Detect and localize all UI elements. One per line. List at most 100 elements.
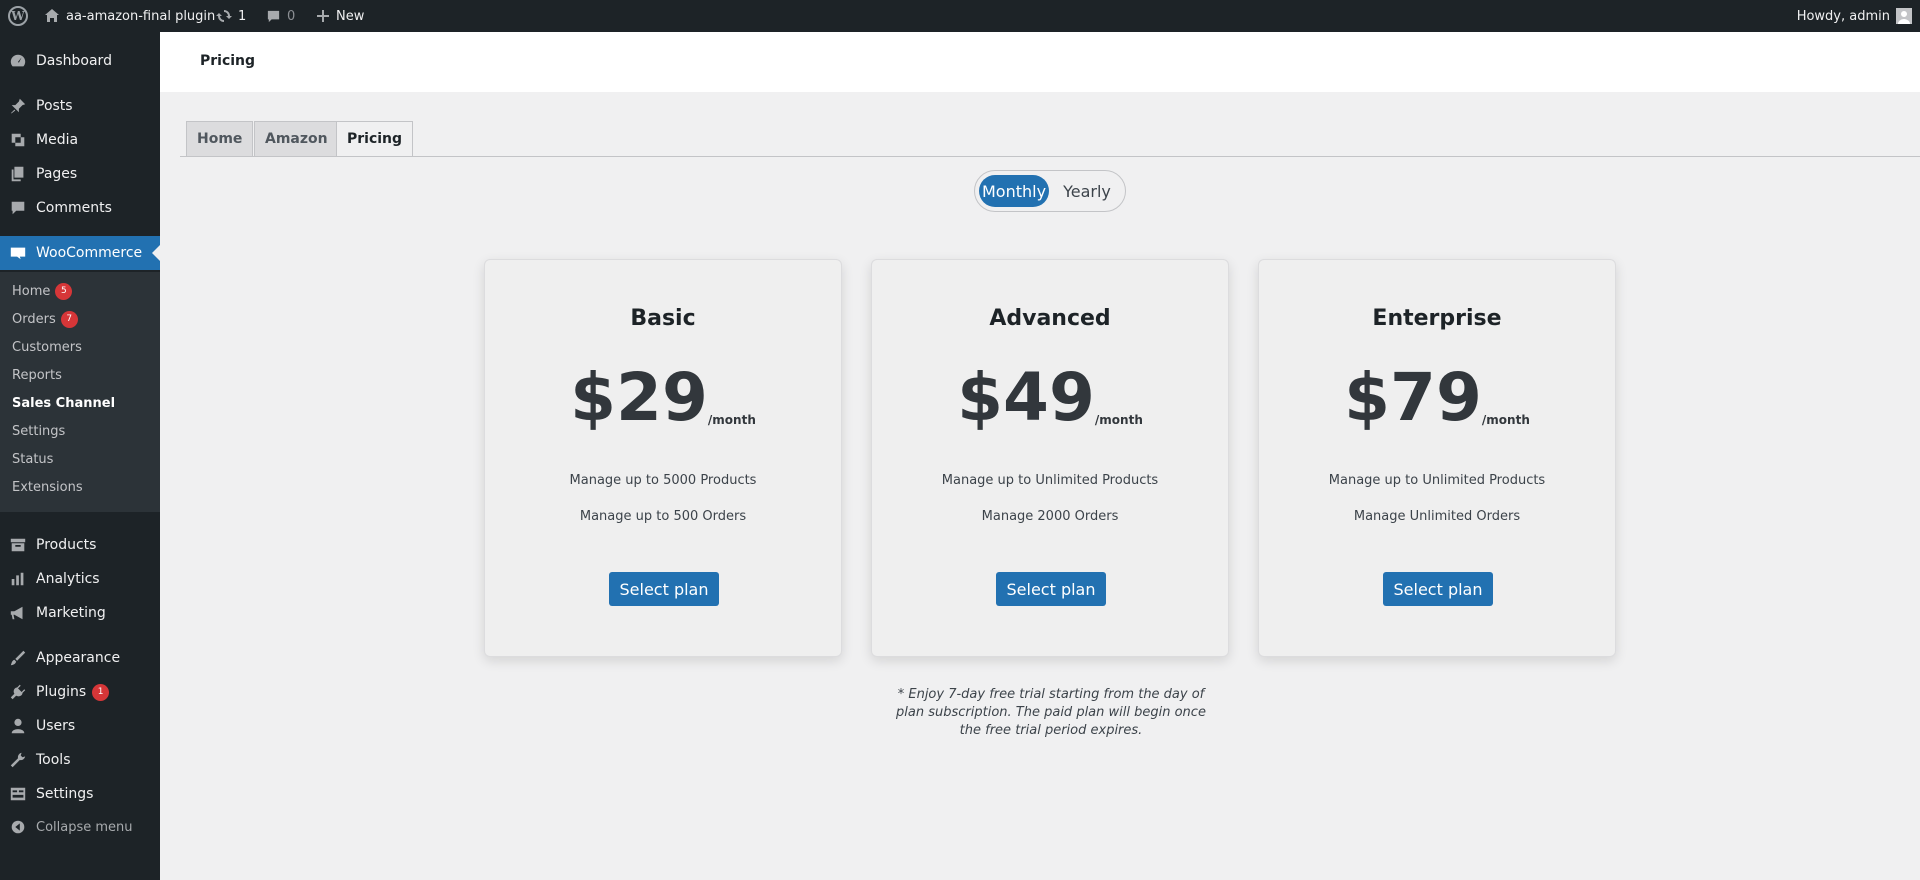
plan-feature: Manage up to Unlimited Products bbox=[1328, 473, 1546, 488]
comments-count: 0 bbox=[287, 8, 296, 24]
plan-name: Basic bbox=[630, 306, 696, 331]
plan-name: Advanced bbox=[989, 306, 1111, 331]
menu-marketing[interactable]: Marketing bbox=[0, 596, 160, 630]
site-name-label: aa-amazon-final plugin bbox=[66, 8, 216, 24]
comment-icon bbox=[0, 199, 36, 217]
tab-divider bbox=[180, 156, 1920, 157]
submenu-settings[interactable]: Settings bbox=[12, 420, 65, 442]
submenu-label: Home bbox=[12, 283, 51, 299]
menu-label: Collapse menu bbox=[36, 819, 133, 835]
plan-price: $29 bbox=[570, 359, 708, 436]
plan-feature: Manage Unlimited Orders bbox=[1353, 509, 1521, 524]
dashboard-icon bbox=[0, 52, 36, 70]
select-plan-button[interactable]: Select plan bbox=[996, 572, 1106, 606]
menu-pages[interactable]: Pages bbox=[0, 157, 160, 191]
admin-sidebar: Dashboard Posts Media Pages Comments Woo… bbox=[0, 32, 160, 880]
megaphone-icon bbox=[0, 604, 36, 622]
menu-posts[interactable]: Posts bbox=[0, 89, 160, 123]
free-trial-note: * Enjoy 7-day free trial starting from t… bbox=[896, 687, 1206, 738]
submenu-reports[interactable]: Reports bbox=[12, 364, 62, 386]
count-badge: 1 bbox=[92, 683, 110, 701]
updates-count: 1 bbox=[238, 8, 247, 24]
plan-price: $79 bbox=[1344, 359, 1482, 436]
pages-icon bbox=[0, 165, 36, 183]
menu-label: Dashboard bbox=[36, 53, 112, 69]
howdy-label: Howdy, admin bbox=[1796, 8, 1890, 24]
submenu-label: Status bbox=[12, 451, 54, 467]
comment-icon bbox=[267, 10, 280, 22]
menu-label: Users bbox=[36, 718, 76, 734]
wrench-icon bbox=[0, 751, 36, 769]
menu-users[interactable]: Users bbox=[0, 709, 160, 743]
menu-label: Plugins bbox=[36, 684, 87, 700]
settings-icon bbox=[0, 785, 36, 803]
new-content-link[interactable]: New bbox=[316, 0, 364, 32]
page-title: Pricing bbox=[200, 53, 256, 69]
collapse-menu-button[interactable]: Collapse menu bbox=[0, 810, 160, 844]
submenu-label: Reports bbox=[12, 367, 62, 383]
menu-label: WooCommerce bbox=[36, 245, 143, 261]
toggle-yearly[interactable]: Yearly bbox=[1053, 175, 1121, 207]
plan-card-basic: Basic $29 /month Manage up to 5000 Produ… bbox=[484, 259, 842, 657]
menu-settings[interactable]: Settings bbox=[0, 777, 160, 811]
menu-label: Tools bbox=[36, 752, 71, 768]
refresh-icon bbox=[216, 10, 232, 22]
menu-appearance[interactable]: Appearance bbox=[0, 641, 160, 675]
collapse-icon bbox=[0, 818, 36, 836]
tab-home[interactable]: Home bbox=[186, 121, 254, 157]
submenu-sales-channel[interactable]: Sales Channel bbox=[12, 392, 115, 414]
price-row: $49 /month bbox=[872, 365, 1228, 431]
menu-label: Pages bbox=[36, 166, 78, 182]
menu-comments[interactable]: Comments bbox=[0, 191, 160, 225]
menu-woocommerce[interactable]: WooCommerce bbox=[0, 236, 160, 270]
plan-card-advanced: Advanced $49 /month Manage up to Unlimit… bbox=[871, 259, 1229, 657]
submenu-label: Settings bbox=[12, 423, 66, 439]
avatar bbox=[1896, 8, 1912, 24]
plan-card-enterprise: Enterprise $79 /month Manage up to Unlim… bbox=[1258, 259, 1616, 657]
tab-pricing[interactable]: Pricing bbox=[336, 121, 414, 157]
plan-feature: Manage up to 5000 Products bbox=[569, 473, 757, 488]
menu-analytics[interactable]: Analytics bbox=[0, 562, 160, 596]
menu-label: Comments bbox=[36, 200, 112, 216]
plan-price: $49 bbox=[957, 359, 1095, 436]
plug-icon bbox=[0, 683, 36, 701]
submenu-extensions[interactable]: Extensions bbox=[12, 476, 83, 498]
comments-link[interactable]: 0 bbox=[266, 0, 295, 32]
menu-tools[interactable]: Tools bbox=[0, 743, 160, 777]
site-name-link[interactable]: aa-amazon-final plugin bbox=[44, 0, 215, 32]
menu-label: Posts bbox=[36, 98, 73, 114]
tab-amazon[interactable]: Amazon bbox=[254, 121, 339, 157]
menu-plugins[interactable]: Plugins 1 bbox=[0, 675, 160, 709]
menu-label: Marketing bbox=[36, 605, 106, 621]
my-account-link[interactable]: Howdy, admin bbox=[1797, 0, 1912, 32]
page-header: Pricing bbox=[160, 32, 1920, 92]
menu-media[interactable]: Media bbox=[0, 123, 160, 157]
admin-bar: W aa-amazon-final plugin 1 0 New Howdy, … bbox=[0, 0, 1920, 32]
menu-label: Products bbox=[36, 537, 97, 553]
bar-chart-icon bbox=[0, 570, 36, 588]
select-plan-button[interactable]: Select plan bbox=[1383, 572, 1493, 606]
wordpress-logo-icon[interactable]: W bbox=[8, 0, 28, 32]
woo-icon bbox=[0, 244, 36, 262]
new-label: New bbox=[336, 8, 365, 24]
submenu-orders[interactable]: Orders 7 bbox=[12, 308, 78, 330]
plan-feature: Manage up to 500 Orders bbox=[579, 509, 747, 524]
select-plan-button[interactable]: Select plan bbox=[609, 572, 719, 606]
submenu-status[interactable]: Status bbox=[12, 448, 53, 470]
menu-products[interactable]: Products bbox=[0, 528, 160, 562]
submenu-label: Extensions bbox=[12, 479, 83, 495]
toggle-monthly[interactable]: Monthly bbox=[979, 175, 1049, 207]
submenu-home[interactable]: Home 5 bbox=[12, 280, 73, 302]
submenu-customers[interactable]: Customers bbox=[12, 336, 82, 358]
user-icon bbox=[0, 717, 36, 735]
updates-link[interactable]: 1 bbox=[216, 0, 246, 32]
pin-icon bbox=[0, 97, 36, 115]
plus-icon bbox=[317, 10, 329, 22]
count-badge: 5 bbox=[55, 282, 73, 300]
plan-feature: Manage 2000 Orders bbox=[981, 509, 1119, 524]
menu-dashboard[interactable]: Dashboard bbox=[0, 44, 160, 78]
archive-icon bbox=[0, 536, 36, 554]
media-icon bbox=[0, 131, 36, 149]
plan-name: Enterprise bbox=[1372, 306, 1502, 331]
menu-label: Media bbox=[36, 132, 79, 148]
